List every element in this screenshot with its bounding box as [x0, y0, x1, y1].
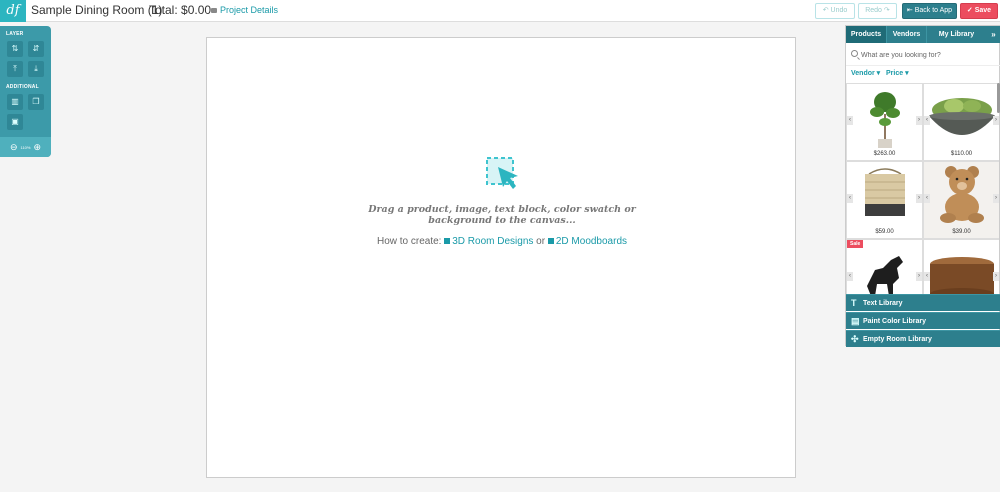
tab-vendors[interactable]: Vendors — [886, 26, 926, 43]
exit-icon: ⇤ — [906, 7, 915, 14]
design-canvas[interactable]: Drag a product, image, text block, color… — [206, 37, 796, 478]
undo-icon: ↶ — [822, 7, 831, 14]
chevron-down-icon: ▾ — [903, 70, 909, 77]
expand-arrows-icon: ✣ — [851, 334, 859, 344]
product-panel: Products Vendors My Library » Vendor ▾ P… — [845, 25, 1000, 347]
paint-library-label: Paint Color Library — [863, 318, 927, 325]
paint-color-library-button[interactable]: ▤ Paint Color Library — [846, 312, 1000, 329]
lock-icon[interactable]: ▣ — [7, 114, 23, 130]
link-3d-label: 3D Room Designs — [452, 236, 534, 247]
trash-icon[interactable]: ▥ — [7, 94, 23, 110]
product-card[interactable]: ‹ › $110.00 — [923, 83, 999, 161]
chevron-down-icon: ▾ — [874, 70, 881, 77]
next-image-icon[interactable]: › — [916, 194, 922, 203]
text-icon: T — [851, 298, 857, 308]
woven-basket-image — [865, 168, 905, 216]
text-library-button[interactable]: T Text Library — [846, 294, 1000, 311]
prev-image-icon[interactable]: ‹ — [924, 116, 930, 125]
redo-icon: ↷ — [881, 7, 890, 14]
prev-image-icon[interactable]: ‹ — [847, 194, 853, 203]
layer-label: LAYER — [6, 31, 24, 37]
zoom-control: ⊖ 110% ⊕ — [0, 137, 51, 157]
horse-sculpture-image — [867, 256, 903, 295]
product-card[interactable]: ‹ › $39.00 — [923, 161, 999, 239]
bring-forward-icon[interactable]: ⇅ — [7, 41, 23, 57]
next-image-icon[interactable]: › — [993, 272, 999, 281]
prev-image-icon[interactable]: ‹ — [924, 272, 930, 281]
wood-side-table-image — [930, 257, 994, 295]
how-to-create: How to create: 3D Room Designs or 2D Moo… — [307, 236, 697, 247]
next-image-icon[interactable]: › — [916, 116, 922, 125]
back-to-app-button[interactable]: ⇤ Back to App — [902, 3, 957, 19]
save-button[interactable]: ✓ Save — [960, 3, 998, 19]
expand-panel-icon[interactable]: » — [986, 26, 1000, 43]
panel-tabs: Products Vendors My Library » — [846, 26, 1000, 43]
video-icon — [547, 238, 554, 244]
project-title[interactable]: Sample Dining Room (1) — [31, 3, 162, 17]
duplicate-icon[interactable]: ❐ — [28, 94, 44, 110]
zoom-level: 110% — [20, 144, 31, 150]
undo-label: Undo — [830, 7, 848, 14]
next-image-icon[interactable]: › — [993, 116, 999, 125]
left-toolbar: LAYER ⇅ ⇵ ⤒ ⤓ ADDITIONAL ▥ ❐ ▣ ⊖ 110% ⊕ — [0, 26, 51, 157]
tab-products[interactable]: Products — [846, 26, 886, 43]
drag-drop-icon — [486, 157, 518, 189]
link-2d-moodboards[interactable]: 2D Moodboards — [547, 236, 628, 247]
product-price: $59.00 — [875, 229, 894, 235]
project-details-link[interactable]: Project Details — [211, 5, 278, 15]
sale-badge: Sale — [847, 240, 864, 248]
prev-image-icon[interactable]: ‹ — [924, 194, 930, 203]
product-card[interactable]: Sale ‹ › — [846, 239, 923, 295]
product-card[interactable]: ‹ › — [923, 239, 999, 295]
prev-image-icon[interactable]: ‹ — [847, 116, 853, 125]
project-total: Total: $0.00 — [149, 3, 212, 17]
product-search — [846, 44, 1000, 66]
top-bar: df Sample Dining Room (1) Total: $0.00 P… — [0, 0, 1000, 22]
search-icon — [851, 50, 858, 57]
teddy-bear-image — [924, 162, 999, 238]
video-icon — [444, 238, 451, 244]
empty-room-library-label: Empty Room Library — [863, 336, 932, 343]
link-2d-label: 2D Moodboards — [555, 236, 628, 247]
project-details-label: Project Details — [220, 5, 279, 15]
tab-my-library[interactable]: My Library — [926, 26, 986, 43]
check-icon: ✓ — [966, 7, 975, 14]
howto-prefix: How to create: — [376, 236, 442, 247]
or-text: or — [536, 236, 546, 247]
save-label: Save — [974, 7, 992, 14]
vendor-filter-label: Vendor — [851, 70, 875, 77]
fiddle-leaf-tree-image — [870, 92, 900, 148]
undo-button[interactable]: ↶ Undo — [815, 3, 855, 19]
drop-instructions: Drag a product, image, text block, color… — [368, 204, 636, 226]
prev-image-icon[interactable]: ‹ — [847, 272, 853, 281]
text-library-label: Text Library — [863, 300, 903, 307]
search-input[interactable] — [861, 48, 996, 62]
price-filter[interactable]: Price ▾ — [886, 69, 909, 77]
zoom-in-icon[interactable]: ⊕ — [33, 142, 41, 153]
bring-to-front-icon[interactable]: ⤒ — [7, 61, 23, 77]
logo[interactable]: df — [0, 0, 26, 22]
folder-icon — [211, 7, 217, 13]
send-backward-icon[interactable]: ⇵ — [28, 41, 44, 57]
product-price: $39.00 — [952, 229, 971, 235]
product-price: $110.00 — [950, 151, 973, 157]
product-price: $263.00 — [873, 151, 896, 157]
redo-button[interactable]: Redo ↷ — [858, 3, 897, 19]
product-grid: ‹ › $263.00 ‹ › $110.00 ‹ › $59.00 ‹ › $… — [846, 83, 999, 295]
send-to-back-icon[interactable]: ⤓ — [28, 61, 44, 77]
product-card[interactable]: ‹ › $263.00 — [846, 83, 923, 161]
next-image-icon[interactable]: › — [916, 272, 922, 281]
link-3d-room-designs[interactable]: 3D Room Designs — [444, 236, 533, 247]
zoom-out-icon[interactable]: ⊖ — [10, 142, 18, 153]
empty-room-library-button[interactable]: ✣ Empty Room Library — [846, 330, 1000, 347]
back-to-app-label: Back to App — [914, 7, 953, 14]
redo-label: Redo — [865, 7, 882, 14]
price-filter-label: Price — [886, 70, 904, 77]
additional-label: ADDITIONAL — [6, 84, 39, 90]
vendor-filter[interactable]: Vendor ▾ — [851, 69, 880, 77]
product-card[interactable]: ‹ › $59.00 — [846, 161, 923, 239]
next-image-icon[interactable]: › — [993, 194, 999, 203]
succulent-bowl-image — [929, 98, 995, 135]
paint-bucket-icon: ▤ — [851, 316, 860, 326]
